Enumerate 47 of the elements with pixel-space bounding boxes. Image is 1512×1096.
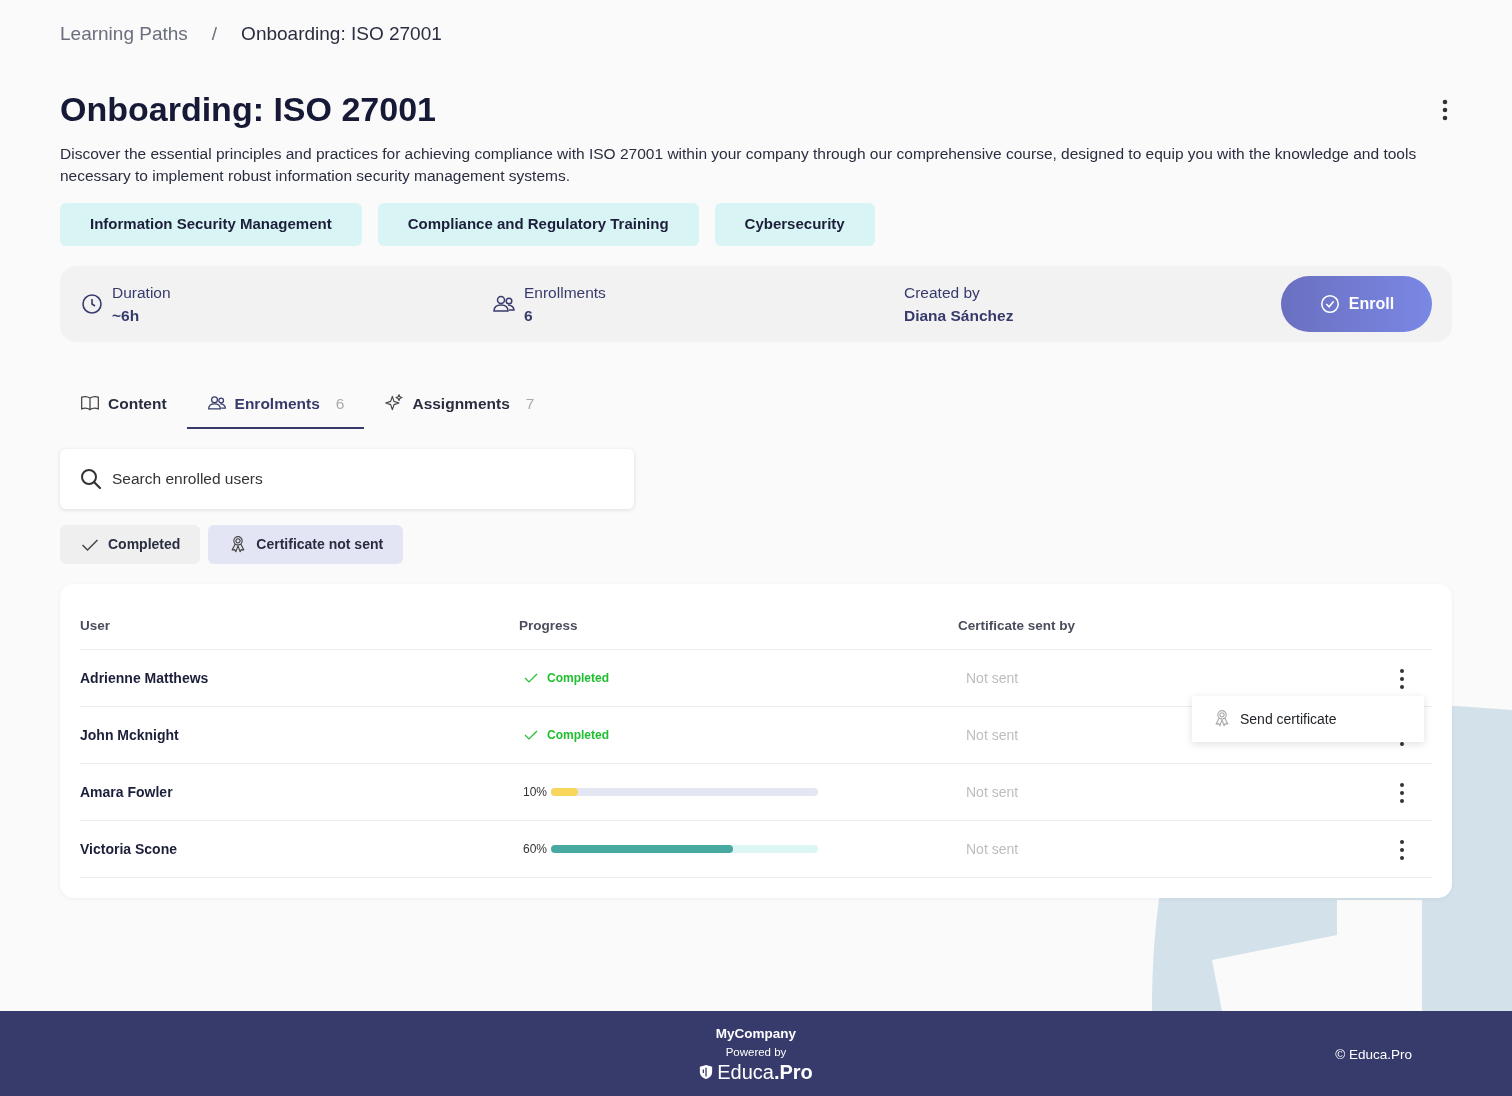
completed-status: Completed (519, 669, 609, 688)
description: Discover the essential principles and practices for achieving compliance with ISO 27001 within your company through our comprehensive course, designed to equip you with the knowledge and tools necessary to implement robust information security management systems. (60, 144, 1418, 187)
enroll-button[interactable]: Enroll (1281, 275, 1432, 332)
stat-value: Diana Sánchez (904, 305, 1014, 326)
user-name: Adrienne Matthews (80, 668, 210, 688)
tab[interactable]: Enrolments 6 (186, 381, 365, 430)
stat-value: ~6h (112, 305, 141, 326)
menu-item[interactable]: Send certificate (1212, 708, 1337, 730)
company-name: MyCompany (715, 1024, 797, 1043)
breadcrumb-current: Onboarding: ISO 27001 (241, 22, 442, 46)
column-header: Progress (519, 617, 579, 636)
stat-value: 6 (524, 305, 534, 326)
tab[interactable]: Content (60, 381, 187, 430)
brand-name: Educa.Pro (717, 1061, 813, 1084)
progress-percent: 10% (522, 784, 549, 802)
search-icon (80, 468, 102, 491)
shield-logo-icon (699, 1064, 714, 1081)
stat-label: Created by (904, 282, 981, 303)
stat-label: Enrollments (524, 282, 606, 303)
category-tag: Compliance and Regulatory Training (377, 203, 699, 246)
copyright-text: © Educa.Pro (1335, 1046, 1412, 1064)
certificate-status: Not sent (965, 668, 1020, 688)
filter-chip[interactable]: Completed (60, 525, 201, 565)
certificate-status: Not sent (965, 839, 1020, 859)
user-name: John Mcknight (80, 725, 180, 745)
powered-by-text: Powered by (725, 1045, 787, 1060)
column-header: User (80, 617, 112, 636)
filter-chip[interactable]: Certificate not sent (208, 525, 404, 565)
search-field[interactable]: Search enrolled users (60, 449, 634, 510)
certificate-status: Not sent (965, 782, 1020, 802)
stat-label: Duration (112, 282, 171, 303)
page-title: Onboarding: ISO 27001 (60, 88, 436, 130)
category-tag: Information Security Management (60, 203, 362, 246)
user-name: Amara Fowler (80, 782, 174, 802)
tab-count: 6 (335, 393, 345, 414)
category-tag: Cybersecurity (714, 203, 875, 246)
breadcrumb-link[interactable]: Learning Paths (60, 20, 188, 49)
user-name: Victoria Scone (80, 839, 178, 859)
progress-percent: 60% (522, 841, 549, 859)
breadcrumb-separator: / (211, 22, 218, 46)
tab[interactable]: Assignments 7 (364, 381, 555, 430)
completed-status: Completed (519, 726, 609, 745)
tab-count: 7 (525, 393, 535, 414)
check-circle-icon (1318, 292, 1341, 315)
column-header: Certificate sent by (958, 617, 1077, 636)
clock-icon (80, 291, 104, 316)
certificate-status: Not sent (965, 725, 1020, 745)
